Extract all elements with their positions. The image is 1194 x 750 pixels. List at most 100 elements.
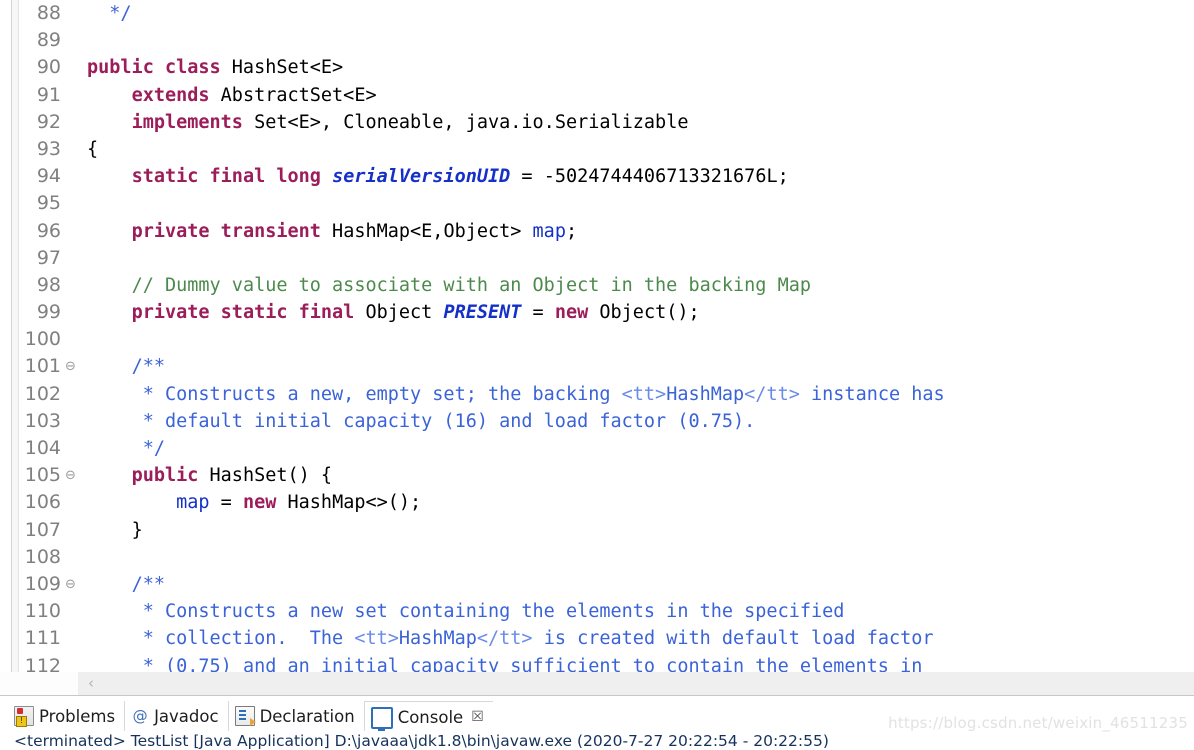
code-line[interactable]: 96 private transient HashMap<E,Object> m…	[19, 218, 1194, 245]
line-number: 91	[36, 83, 61, 106]
code-token: </tt>	[744, 383, 800, 405]
code-token: is created with default load factor	[532, 628, 934, 650]
code-line[interactable]: 111 * collection. The <tt>HashMap</tt> i…	[19, 625, 1194, 652]
bottom-tab-problems[interactable]: Problems	[8, 701, 126, 731]
declaration-icon	[234, 706, 256, 726]
code-line[interactable]: 98 // Dummy value to associate with an O…	[19, 272, 1194, 299]
code-line[interactable]: 107 }	[19, 517, 1194, 544]
code-token: public	[131, 465, 199, 487]
code-line-text: /**	[79, 571, 1194, 598]
line-number: 103	[24, 409, 61, 432]
line-number: 112	[24, 654, 61, 673]
code-line-text: * (0.75) and an initial capacity suffici…	[79, 653, 1194, 673]
code-token: map	[176, 492, 210, 514]
fold-collapse-icon[interactable]: ⊖	[62, 353, 79, 380]
code-token: =	[521, 302, 555, 324]
code-line[interactable]: 95	[19, 190, 1194, 217]
code-line[interactable]: 102 * Constructs a new, empty set; the b…	[19, 381, 1194, 408]
javadoc-icon: @	[132, 707, 148, 725]
scroll-left-arrow-icon[interactable]: ‹	[82, 672, 100, 695]
code-line[interactable]: 109 ⊖ /**	[19, 571, 1194, 598]
bottom-tab-console[interactable]: Console ☒	[364, 701, 493, 732]
code-line-text: {	[79, 136, 1194, 163]
code-line[interactable]: 100	[19, 326, 1194, 353]
code-line-text: * Constructs a new, empty set; the backi…	[79, 381, 1194, 408]
code-token: HashMap<>();	[276, 492, 422, 514]
problems-icon	[14, 706, 34, 727]
code-token: HashMap	[666, 383, 745, 405]
line-number: 111	[24, 627, 61, 650]
code-line[interactable]: 91 extends AbstractSet<E>	[19, 82, 1194, 109]
scrollbar-gutter-spacer	[0, 672, 79, 695]
code-line[interactable]: 90 public class HashSet<E>	[19, 54, 1194, 81]
code-token: static final long	[131, 166, 321, 188]
code-line[interactable]: 101 ⊖ /**	[19, 353, 1194, 380]
code-line-text: */	[79, 435, 1194, 462]
code-editor[interactable]: 88 */89 90 public class HashSet<E> 91 exten…	[0, 0, 1194, 672]
line-number: 89	[36, 29, 61, 52]
code-token: * Constructs a new, empty set; the backi…	[142, 383, 622, 405]
line-number: 110	[24, 600, 61, 623]
code-line[interactable]: 104 */	[19, 435, 1194, 462]
code-line[interactable]: 112 * (0.75) and an initial capacity suf…	[19, 653, 1194, 673]
line-number: 99	[36, 301, 61, 324]
code-line[interactable]: 103 * default initial capacity (16) and …	[19, 408, 1194, 435]
code-token: extends	[131, 84, 210, 106]
code-line[interactable]: 97	[19, 245, 1194, 272]
fold-collapse-icon[interactable]: ⊖	[62, 571, 79, 598]
code-line-text: * default initial capacity (16) and load…	[79, 408, 1194, 435]
line-number: 95	[36, 192, 61, 215]
console-terminated-line: <terminated> TestList [Java Application]…	[14, 732, 829, 750]
line-number: 104	[24, 437, 61, 459]
code-line[interactable]: 108	[19, 544, 1194, 571]
line-number: 97	[36, 246, 61, 269]
code-token: HashSet<E>	[220, 57, 344, 79]
line-number: 98	[36, 273, 61, 296]
bottom-view-panel: Problems @ Javadoc Declaration Console ☒ <ter…	[0, 698, 1194, 750]
code-token: HashMap<E,Object>	[320, 220, 533, 242]
code-line[interactable]: 105 ⊖ public HashSet() {	[19, 462, 1194, 489]
code-line-text: map = new HashMap<>();	[79, 489, 1194, 516]
line-number: 93	[36, 137, 61, 160]
code-token: private static final	[131, 302, 355, 324]
bottom-tab-javadoc[interactable]: @ Javadoc	[125, 701, 229, 731]
code-token: PRESENT	[443, 302, 522, 324]
code-token: =	[209, 492, 243, 514]
line-number: 101	[24, 355, 61, 378]
code-line[interactable]: 99 private static final Object PRESENT =…	[19, 299, 1194, 326]
code-line-text: }	[79, 517, 1194, 544]
code-line[interactable]: 93 {	[19, 136, 1194, 163]
code-line-text: implements Set<E>, Cloneable, java.io.Se…	[79, 109, 1194, 136]
code-token: private transient	[131, 220, 321, 242]
close-icon[interactable]: ☒	[471, 709, 484, 725]
line-number: 90	[36, 56, 61, 79]
code-token: map	[532, 220, 566, 242]
code-token: <tt>	[621, 383, 667, 405]
editor-horizontal-scrollbar[interactable]: ‹	[0, 672, 1194, 695]
code-line[interactable]: 92 implements Set<E>, Cloneable, java.io…	[19, 109, 1194, 136]
code-line[interactable]: 88 */	[19, 0, 1194, 27]
code-token: <tt>	[354, 628, 399, 650]
bottom-tab-declaration[interactable]: Declaration	[229, 701, 365, 731]
editor-folding-bar[interactable]	[12, 0, 19, 672]
fold-collapse-icon[interactable]: ⊖	[62, 462, 79, 489]
line-number: 94	[36, 165, 61, 188]
code-token: HashSet() {	[198, 465, 333, 487]
editor-marker-bar[interactable]	[0, 0, 12, 672]
code-line[interactable]: 89	[19, 27, 1194, 54]
code-line[interactable]: 106 map = new HashMap<>();	[19, 489, 1194, 516]
code-token: // Dummy value to associate with an Obje…	[131, 274, 811, 296]
line-number: 88	[36, 2, 61, 24]
code-line[interactable]: 94 static final long serialVersionUID = …	[19, 163, 1194, 190]
code-scroll-region[interactable]: 88 */89 90 public class HashSet<E> 91 exten…	[19, 0, 1194, 672]
scrollbar-track[interactable]	[78, 672, 1194, 695]
code-line[interactable]: 110 * Constructs a new set containing th…	[19, 598, 1194, 625]
